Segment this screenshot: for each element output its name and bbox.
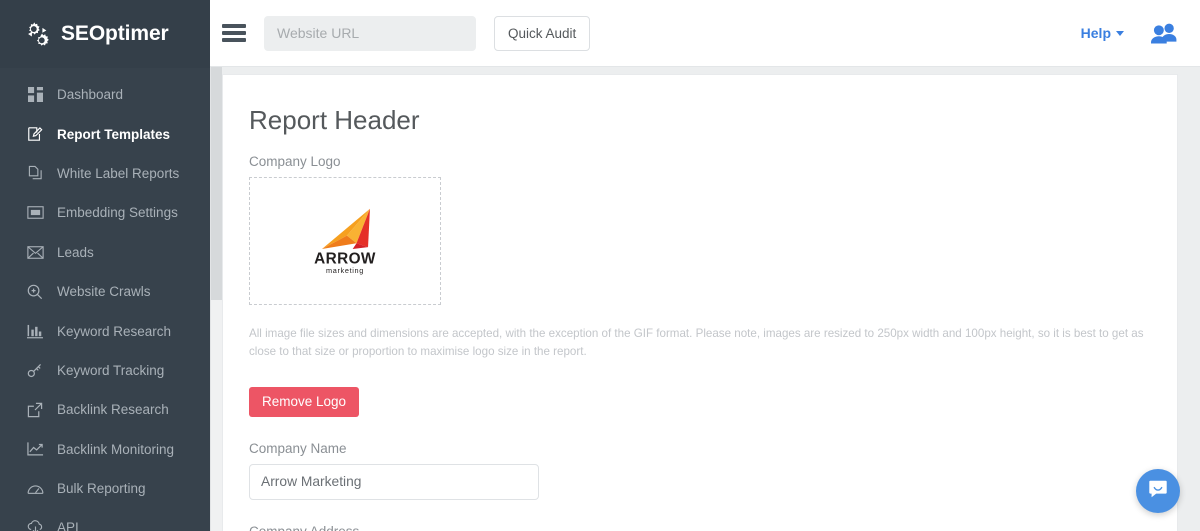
sidebar-nav: Dashboard Report Templates White Label R… [0, 68, 210, 531]
sidebar-item-leads[interactable]: Leads [0, 233, 210, 272]
sidebar-item-label: API [57, 520, 79, 531]
users-icon[interactable] [1150, 22, 1178, 44]
cloud-download-icon [25, 519, 45, 531]
sidebar-item-backlink-monitoring[interactable]: Backlink Monitoring [0, 430, 210, 469]
grid-icon [25, 86, 45, 104]
sidebar-item-embedding-settings[interactable]: Embedding Settings [0, 193, 210, 232]
logo-help-text: All image file sizes and dimensions are … [249, 327, 1144, 358]
help-label: Help [1080, 25, 1111, 41]
envelope-icon [25, 243, 45, 261]
edit-document-icon [25, 125, 45, 143]
sidebar-item-backlink-research[interactable]: Backlink Research [0, 390, 210, 429]
content-area: Report Header Company Logo ARROW marketi… [222, 67, 1200, 531]
company-name-group: Company Name [249, 441, 1151, 500]
sidebar-item-website-crawls[interactable]: Website Crawls [0, 272, 210, 311]
sidebar-item-label: Keyword Tracking [57, 362, 165, 378]
gear-arrows-icon [22, 19, 52, 49]
app-root: SEOptimer Dashboard Report Templates Whi… [0, 0, 1200, 531]
company-address-group: Company Address [249, 524, 1151, 531]
sidebar-item-label: White Label Reports [57, 165, 180, 181]
sidebar-item-label: Dashboard [57, 87, 124, 103]
company-name-input[interactable] [249, 463, 539, 500]
speedometer-icon [25, 480, 45, 498]
embed-box-icon [25, 204, 45, 222]
sidebar-item-keyword-tracking[interactable]: Keyword Tracking [0, 351, 210, 390]
sidebar-item-label: Bulk Reporting [57, 481, 146, 497]
search-input[interactable] [264, 15, 476, 51]
page-title: Report Header [249, 105, 420, 135]
remove-logo-button[interactable]: Remove Logo [249, 386, 360, 417]
brand-logo[interactable]: SEOptimer [0, 0, 210, 68]
sidebar-item-label: Report Templates [57, 126, 171, 142]
sidebar-item-white-label-reports[interactable]: White Label Reports [0, 154, 210, 193]
sidebar-item-label: Backlink Monitoring [57, 441, 175, 457]
report-header-card: Report Header Company Logo ARROW marketi… [222, 74, 1178, 531]
topbar: Quick Audit Help [210, 0, 1200, 67]
chat-bubble-icon [1147, 478, 1169, 505]
copy-files-icon [25, 164, 45, 182]
sidebar-item-label: Embedding Settings [57, 205, 178, 221]
company-address-label: Company Address [249, 524, 1151, 531]
hamburger-icon[interactable] [222, 24, 246, 42]
sidebar: SEOptimer Dashboard Report Templates Whi… [0, 0, 210, 531]
sidebar-scrollbar[interactable] [210, 0, 222, 531]
key-icon [25, 361, 45, 379]
sidebar-item-report-templates[interactable]: Report Templates [0, 114, 210, 153]
external-link-icon [25, 401, 45, 419]
svg-text:marketing: marketing [326, 266, 364, 275]
sidebar-item-label: Keyword Research [57, 323, 172, 339]
company-name-label: Company Name [249, 440, 347, 456]
line-chart-icon [25, 440, 45, 458]
sidebar-item-label: Leads [57, 244, 94, 260]
company-logo-label: Company Logo [249, 154, 341, 169]
sidebar-item-dashboard[interactable]: Dashboard [0, 75, 210, 114]
magnifier-plus-icon [25, 283, 45, 301]
sidebar-item-api[interactable]: API [0, 508, 210, 531]
bar-chart-icon [25, 322, 45, 340]
topbar-right: Help [1081, 22, 1200, 44]
caret-down-icon [1116, 30, 1124, 36]
sidebar-item-keyword-research[interactable]: Keyword Research [0, 311, 210, 350]
brand-name: SEOptimer [61, 22, 169, 45]
quick-audit-button[interactable]: Quick Audit [494, 15, 591, 51]
sidebar-item-bulk-reporting[interactable]: Bulk Reporting [0, 469, 210, 508]
logo-dropzone[interactable]: ARROW marketing [249, 177, 441, 305]
chat-launcher-button[interactable] [1136, 469, 1180, 513]
help-menu[interactable]: Help [1081, 25, 1124, 41]
sidebar-item-label: Website Crawls [57, 284, 151, 300]
sidebar-item-label: Backlink Research [57, 402, 169, 418]
company-logo-image: ARROW marketing [297, 201, 393, 281]
svg-text:ARROW: ARROW [314, 250, 376, 267]
